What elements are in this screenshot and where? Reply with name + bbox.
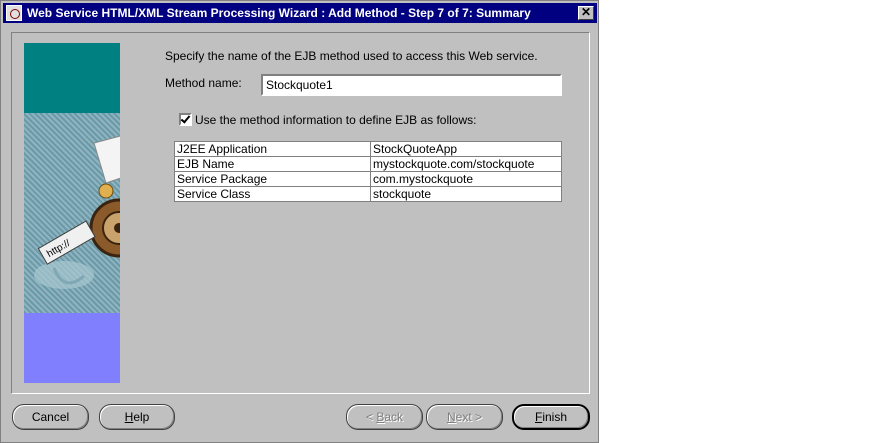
table-row: J2EE Application StockQuoteApp xyxy=(174,141,562,157)
table-row: EJB Name mystockquote.com/stockquote xyxy=(174,156,562,172)
next-button-label: ext xyxy=(455,410,472,424)
method-name-label: Method name: xyxy=(165,76,242,90)
use-method-info-label[interactable]: Use the method information to define EJB… xyxy=(195,113,476,127)
table-row: Service Class stockquote xyxy=(174,186,562,202)
wizard-window: Web Service HTML/XML Stream Processing W… xyxy=(0,0,599,443)
ejb-value-cell: stockquote xyxy=(370,186,562,202)
cancel-button[interactable]: Cancel xyxy=(12,404,89,430)
help-button[interactable]: Help xyxy=(99,404,175,430)
use-method-info-checkbox[interactable] xyxy=(179,113,192,126)
next-mnemonic: N xyxy=(446,410,456,424)
ejb-value-cell: StockQuoteApp xyxy=(370,141,562,157)
method-name-input[interactable] xyxy=(261,74,562,96)
instruction-text: Specify the name of the EJB method used … xyxy=(165,49,538,63)
help-button-label: elp xyxy=(133,410,150,424)
wizard-banner-image: http:// xyxy=(24,43,120,383)
ejb-key-cell: EJB Name xyxy=(174,156,371,172)
app-icon xyxy=(6,5,22,21)
back-button[interactable]: < Back xyxy=(346,404,423,430)
ejb-info-table: J2EE Application StockQuoteApp EJB Name … xyxy=(174,141,562,202)
ejb-value-cell: mystockquote.com/stockquote xyxy=(370,156,562,172)
ejb-key-cell: Service Class xyxy=(174,186,371,202)
title-bar[interactable]: Web Service HTML/XML Stream Processing W… xyxy=(3,3,597,23)
back-arrow-icon: < xyxy=(365,410,373,424)
ejb-key-cell: Service Package xyxy=(174,171,371,187)
next-button[interactable]: Next > xyxy=(426,404,503,430)
ejb-key-cell: J2EE Application xyxy=(174,141,371,157)
table-row: Service Package com.mystockquote xyxy=(174,171,562,187)
back-button-label: ack xyxy=(384,410,404,424)
window-title: Web Service HTML/XML Stream Processing W… xyxy=(27,6,531,20)
web-service-illustration: http:// xyxy=(34,135,120,289)
cancel-button-label: Cancel xyxy=(31,410,70,424)
close-button[interactable]: ✕ xyxy=(578,6,594,20)
next-arrow-icon: > xyxy=(475,410,483,424)
finish-button[interactable]: Finish xyxy=(512,404,590,430)
ejb-value-cell: com.mystockquote xyxy=(370,171,562,187)
finish-button-label: inish xyxy=(542,410,568,424)
